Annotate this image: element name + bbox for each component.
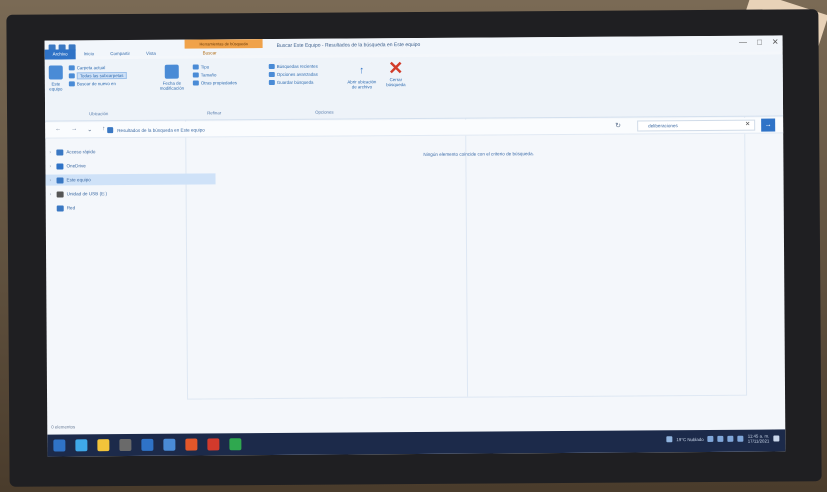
status-bar-count: 0 elementos xyxy=(51,424,76,430)
type-icon xyxy=(192,64,199,70)
tab-view[interactable]: Vista xyxy=(138,49,164,59)
recent-locations-chevron-icon[interactable]: ⌄ xyxy=(87,126,92,133)
chevron-right-icon[interactable]: › xyxy=(49,163,53,169)
tree-item-this-pc[interactable]: › Este equipo xyxy=(45,173,216,186)
store-icon[interactable] xyxy=(141,438,154,451)
search-again-icon xyxy=(68,80,75,86)
mail-icon[interactable] xyxy=(163,438,176,451)
forward-arrow-icon[interactable]: → xyxy=(71,126,77,133)
computer-icon xyxy=(48,65,63,80)
close-search-button[interactable]: ✕ Cerrar búsqueda xyxy=(383,58,409,87)
date-modified-button[interactable]: Fecha de modificación xyxy=(157,64,187,91)
properties-icon xyxy=(192,80,199,86)
cloud-icon xyxy=(56,162,64,170)
up-arrow-icon[interactable]: ↑ xyxy=(102,126,105,133)
weather-text[interactable]: 19°C Nublado xyxy=(676,436,703,441)
refresh-icon[interactable]: ↻ xyxy=(615,122,621,130)
excel-icon[interactable] xyxy=(229,438,242,451)
volume-icon[interactable] xyxy=(727,435,734,442)
tray-chevron-icon[interactable] xyxy=(707,435,714,442)
navigation-pane: › Acceso rápido › OneDrive › Este equipo › U… xyxy=(45,145,216,216)
chevron-right-icon[interactable]: › xyxy=(49,149,53,155)
breadcrumb[interactable]: Resultados de la búsqueda en Este equipo xyxy=(107,126,205,134)
firefox-icon[interactable] xyxy=(185,438,198,451)
close-red-x-icon: ✕ xyxy=(388,58,404,79)
tree-item-network[interactable]: Red xyxy=(46,201,216,213)
tab-file[interactable]: Archivo xyxy=(44,49,76,60)
close-button[interactable]: ✕ xyxy=(772,37,779,46)
edge-icon[interactable] xyxy=(75,439,88,452)
search-again-button[interactable]: Buscar de nuevo en xyxy=(68,79,159,88)
search-go-button[interactable]: → xyxy=(761,118,776,132)
save-icon xyxy=(268,79,275,85)
open-file-location-button[interactable]: ↑ Abrir ubicación de archivo xyxy=(345,65,379,89)
context-tab-search-tools[interactable]: Herramientas de búsqueda xyxy=(184,39,263,49)
tree-item-usb-drive[interactable]: › Unidad de USB (E:) xyxy=(46,187,216,199)
settings-icon[interactable] xyxy=(119,438,132,452)
window-controls: — □ ✕ xyxy=(739,37,779,46)
tab-search[interactable]: Buscar xyxy=(195,48,225,57)
calendar-icon xyxy=(164,64,179,79)
tab-home[interactable]: Inicio xyxy=(76,49,103,59)
tab-share[interactable]: Compartir xyxy=(102,49,138,59)
subfolders-icon xyxy=(68,72,75,78)
search-folder-icon xyxy=(107,127,114,134)
other-properties-button[interactable]: Otras propiedades xyxy=(192,78,273,87)
arrow-up-icon: ↑ xyxy=(359,65,365,77)
weather-icon[interactable] xyxy=(666,436,673,443)
advanced-icon xyxy=(268,71,275,77)
group-label-refine: Refinar xyxy=(207,110,222,116)
screen: Herramientas de búsqueda Buscar Este Equ… xyxy=(44,35,786,457)
chevron-right-icon[interactable]: › xyxy=(50,177,54,183)
recent-icon xyxy=(268,63,275,69)
usb-drive-icon xyxy=(56,190,64,198)
back-arrow-icon[interactable]: ← xyxy=(55,126,61,133)
computer-icon xyxy=(56,176,64,184)
breadcrumb-path: Resultados de la búsqueda en Este equipo xyxy=(117,126,205,133)
window-title: Buscar Este Equipo - Resultados de la bú… xyxy=(276,41,421,49)
tree-item-onedrive[interactable]: › OneDrive xyxy=(45,159,215,171)
battery-icon[interactable] xyxy=(737,435,744,442)
ribbon: Este equipo Carpeta actual Todas las sub… xyxy=(44,54,784,122)
search-input[interactable]: deliberaciones xyxy=(637,119,756,132)
tree-item-quick-access[interactable]: › Acceso rápido xyxy=(45,145,215,157)
group-label-options: Opciones xyxy=(315,109,334,115)
star-icon xyxy=(56,148,64,156)
wifi-icon[interactable] xyxy=(717,435,724,442)
nav-buttons: ← → ⌄ ↑ xyxy=(55,126,105,133)
empty-results-message: Ningún elemento coincide con el criterio… xyxy=(423,151,534,157)
file-explorer-icon[interactable] xyxy=(97,439,110,452)
clear-search-icon[interactable]: ✕ xyxy=(745,121,750,128)
system-tray: 19°C Nublado 11:45 a. m. 17/11/2021 xyxy=(666,433,780,444)
this-pc-button[interactable]: Este equipo xyxy=(48,65,63,92)
background-ghost-image xyxy=(184,95,748,400)
group-label-location: Ubicación xyxy=(89,111,109,117)
clock[interactable]: 11:45 a. m. 17/11/2021 xyxy=(748,434,770,444)
maximize-button[interactable]: □ xyxy=(757,38,762,47)
save-search-button[interactable]: Guardar búsqueda xyxy=(268,77,349,86)
start-button[interactable] xyxy=(53,439,66,452)
media-icon[interactable] xyxy=(207,438,220,451)
chevron-right-icon[interactable]: › xyxy=(50,191,54,197)
notifications-icon[interactable] xyxy=(773,435,780,442)
folder-icon xyxy=(68,64,75,70)
minimize-button[interactable]: — xyxy=(739,38,747,47)
size-icon xyxy=(192,72,199,78)
network-icon xyxy=(56,204,64,212)
